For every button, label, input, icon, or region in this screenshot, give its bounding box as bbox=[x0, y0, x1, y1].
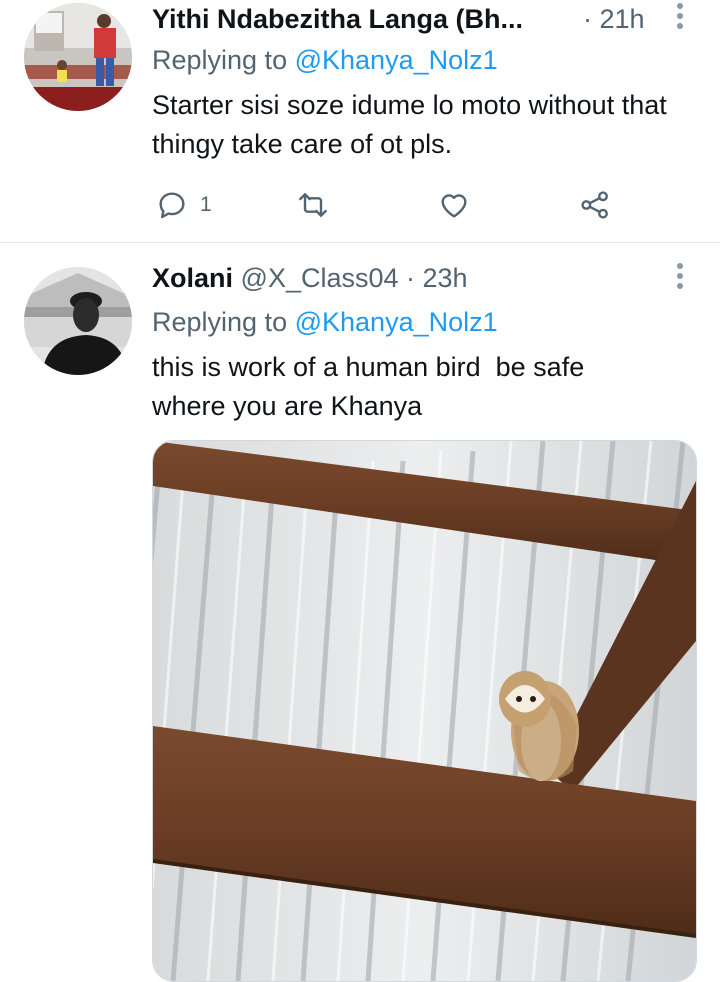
tweet-text: this is work of a human bird be safe whe… bbox=[152, 352, 592, 421]
tweet-text: Starter sisi soze idume lo moto without … bbox=[152, 90, 667, 159]
timestamp[interactable]: · 21h bbox=[583, 2, 645, 36]
replying-handle-link[interactable]: @Khanya_Nolz1 bbox=[295, 45, 498, 75]
retweet-icon bbox=[299, 193, 327, 217]
reply-count: 1 bbox=[200, 193, 212, 216]
tweet-header: Yithi Ndabezitha Langa (Bh... bbox=[152, 2, 523, 36]
like-icon bbox=[441, 194, 467, 218]
more-icon[interactable] bbox=[670, 263, 690, 293]
user-handle[interactable]: @X_Class04 bbox=[241, 263, 399, 293]
replying-to: Replying to @Khanya_Nolz1 bbox=[152, 43, 498, 77]
avatar[interactable] bbox=[24, 3, 132, 111]
tweet-media-image[interactable] bbox=[152, 440, 697, 982]
timestamp[interactable]: · 23h bbox=[406, 263, 468, 293]
avatar[interactable] bbox=[24, 267, 132, 375]
replying-label: Replying to bbox=[152, 45, 288, 75]
replying-label: Replying to bbox=[152, 307, 288, 337]
reply-button[interactable]: 1 bbox=[156, 185, 212, 225]
owl-photo bbox=[153, 441, 696, 981]
share-icon bbox=[581, 191, 608, 219]
retweet-button[interactable] bbox=[297, 185, 329, 225]
like-button[interactable] bbox=[438, 185, 470, 225]
replying-handle-link[interactable]: @Khanya_Nolz1 bbox=[295, 307, 498, 337]
replying-to: Replying to @Khanya_Nolz1 bbox=[152, 305, 498, 339]
display-name[interactable]: Yithi Ndabezitha Langa (Bh... bbox=[152, 4, 523, 34]
reply-icon bbox=[159, 192, 185, 219]
more-icon[interactable] bbox=[670, 3, 690, 33]
tweet-header: Xolani @X_Class04 · 23h bbox=[152, 261, 468, 295]
share-button[interactable] bbox=[579, 185, 611, 225]
tweet-1[interactable]: Yithi Ndabezitha Langa (Bh... · 21h Repl… bbox=[0, 0, 720, 242]
display-name[interactable]: Xolani bbox=[152, 263, 233, 293]
